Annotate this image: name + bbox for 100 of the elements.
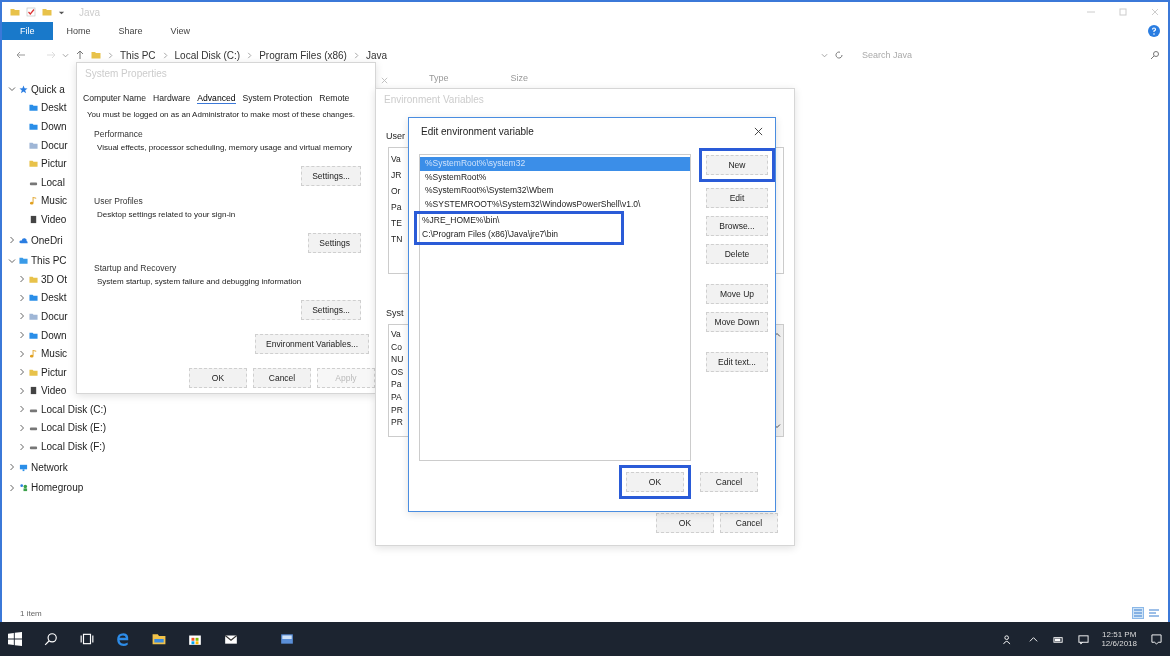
maximize-icon[interactable] bbox=[1118, 7, 1128, 17]
chevron-right-icon[interactable] bbox=[18, 275, 26, 284]
sidebar-item[interactable]: This PC bbox=[31, 255, 67, 267]
dialog-button[interactable]: Cancel bbox=[700, 472, 758, 492]
search-icon[interactable] bbox=[44, 632, 58, 646]
sidebar-item[interactable]: Down bbox=[41, 121, 67, 132]
envelope-icon[interactable] bbox=[224, 632, 238, 646]
list-item[interactable]: %SystemRoot%\System32\Wbem bbox=[420, 184, 690, 198]
search-field[interactable]: Search Java bbox=[860, 49, 1150, 61]
dialog-button[interactable]: OK bbox=[189, 368, 247, 388]
forward-arrow-icon[interactable] bbox=[46, 50, 56, 60]
chevron-down-icon[interactable] bbox=[8, 256, 16, 265]
sidebar-item[interactable]: Quick a bbox=[31, 83, 65, 95]
sidebar-item[interactable]: Music bbox=[41, 348, 68, 360]
star-icon bbox=[19, 84, 28, 94]
task-view-icon[interactable] bbox=[80, 632, 94, 646]
sidebar-item[interactable]: Homegroup bbox=[31, 482, 84, 494]
chevron-down-icon[interactable] bbox=[62, 51, 69, 59]
windows-start-icon[interactable] bbox=[8, 632, 22, 646]
ribbon-tab[interactable]: View bbox=[156, 23, 204, 39]
chevron-right-icon[interactable] bbox=[18, 349, 26, 358]
sidebar-item[interactable]: Deskt bbox=[41, 102, 67, 114]
environment-variables-button[interactable]: Environment Variables... bbox=[255, 334, 369, 354]
sidebar-item[interactable]: Local Disk (C:) bbox=[41, 403, 107, 415]
refresh-icon[interactable] bbox=[834, 50, 844, 60]
clock-time[interactable]: 12:51 PM bbox=[1102, 630, 1137, 639]
dialog-button[interactable]: Cancel bbox=[253, 368, 311, 388]
list-item[interactable]: %SystemRoot% bbox=[420, 170, 690, 185]
dialog-button[interactable]: Cancel bbox=[720, 513, 778, 533]
settings-button[interactable]: Settings... bbox=[301, 300, 361, 320]
breadcrumb-item[interactable]: Program Files (x86) bbox=[259, 49, 347, 61]
ribbon-tab[interactable]: Home bbox=[52, 23, 105, 39]
dialog-button[interactable]: New bbox=[706, 155, 768, 175]
sidebar-item[interactable]: Network bbox=[31, 461, 68, 473]
dialog-button[interactable]: Browse... bbox=[706, 216, 768, 236]
sidebar-item[interactable]: Music bbox=[41, 195, 68, 207]
ribbon-tab[interactable]: Share bbox=[104, 23, 157, 39]
chevron-down-icon[interactable] bbox=[821, 51, 828, 59]
chevron-right-icon[interactable] bbox=[8, 236, 16, 245]
chevron-right-icon[interactable] bbox=[18, 442, 26, 451]
up-arrow-icon[interactable] bbox=[75, 50, 85, 60]
help-icon[interactable] bbox=[1148, 25, 1160, 37]
chevron-right-icon[interactable] bbox=[18, 293, 26, 302]
list-item[interactable]: %JRE_HOME%\bin\ bbox=[414, 211, 624, 228]
sidebar-item[interactable]: Video bbox=[41, 385, 67, 397]
chevron-right-icon[interactable] bbox=[8, 463, 16, 472]
tab[interactable]: Hardware bbox=[153, 93, 191, 104]
sidebar-item[interactable]: Down bbox=[41, 329, 67, 341]
folder-icon[interactable] bbox=[152, 632, 166, 646]
sidebar-item[interactable]: Local Disk (F:) bbox=[41, 441, 106, 453]
dialog-button[interactable]: Edit text... bbox=[706, 352, 768, 372]
chevron-right-icon[interactable] bbox=[18, 424, 26, 432]
dialog-button[interactable]: Delete bbox=[706, 244, 768, 264]
message-icon[interactable] bbox=[1078, 633, 1090, 645]
sidebar-item[interactable]: Local Disk (E:) bbox=[41, 422, 106, 434]
breadcrumb-item[interactable]: Java bbox=[365, 49, 388, 61]
chevron-right-icon[interactable] bbox=[8, 483, 16, 492]
chevron-right-icon[interactable] bbox=[18, 405, 26, 414]
settings-button[interactable]: Settings bbox=[308, 233, 361, 253]
tab[interactable]: Computer Name bbox=[83, 93, 147, 104]
sidebar-item[interactable]: Pictur bbox=[41, 158, 67, 170]
notifications-icon[interactable] bbox=[1151, 633, 1162, 645]
chevron-right-icon[interactable] bbox=[18, 331, 26, 339]
ribbon-tab[interactable]: File bbox=[2, 22, 53, 40]
details-view-icon[interactable] bbox=[1132, 607, 1144, 619]
checkmark-icon[interactable] bbox=[26, 7, 36, 17]
list-item[interactable]: %SYSTEMROOT%\System32\WindowsPowerShell\v1.0\ bbox=[420, 197, 690, 212]
scroll-up-icon[interactable] bbox=[773, 331, 781, 339]
sidebar-item[interactable]: Local bbox=[41, 176, 65, 188]
chevron-right-icon[interactable] bbox=[18, 312, 26, 321]
breadcrumb-item[interactable]: Local Disk (C:) bbox=[174, 49, 241, 61]
sidebar-item[interactable]: Docur bbox=[41, 139, 68, 151]
dialog-button[interactable]: Edit bbox=[706, 188, 768, 208]
browser-icon[interactable] bbox=[116, 632, 130, 646]
sidebar-item[interactable]: 3D Ot bbox=[41, 273, 68, 285]
chevron-right-icon[interactable] bbox=[18, 368, 26, 377]
list-item[interactable]: C:\Program Files (x86)\Java\jre7\bin bbox=[414, 227, 624, 245]
large-icons-view-icon[interactable] bbox=[1148, 607, 1160, 619]
dialog-button[interactable]: Move Down bbox=[706, 312, 768, 332]
sidebar-item[interactable]: Video bbox=[41, 213, 67, 225]
dialog-button[interactable]: OK bbox=[626, 472, 684, 492]
section-label: Syst bbox=[386, 308, 404, 318]
chevron-down-icon[interactable] bbox=[8, 85, 16, 94]
scroll-down-icon[interactable] bbox=[773, 422, 781, 430]
close-icon[interactable] bbox=[754, 126, 763, 136]
tab[interactable]: System Protection bbox=[242, 93, 313, 104]
sidebar-item[interactable]: Pictur bbox=[41, 366, 67, 378]
chevron-right-icon[interactable] bbox=[18, 386, 26, 395]
sidebar-item[interactable]: OneDri bbox=[31, 234, 63, 246]
tab[interactable]: Remote bbox=[319, 93, 350, 104]
settings-button[interactable]: Settings... bbox=[301, 166, 361, 186]
tab[interactable]: Advanced bbox=[197, 93, 236, 104]
window-app-icon[interactable] bbox=[280, 632, 294, 646]
dialog-button[interactable]: OK bbox=[656, 513, 714, 533]
sidebar-item[interactable]: Docur bbox=[41, 310, 68, 322]
clock-date[interactable]: 12/6/2018 bbox=[1101, 639, 1137, 648]
sidebar-item[interactable]: Deskt bbox=[41, 292, 67, 304]
back-arrow-icon[interactable] bbox=[16, 50, 26, 60]
dialog-button[interactable]: Move Up bbox=[706, 284, 768, 304]
breadcrumb-item[interactable]: This PC bbox=[120, 49, 156, 61]
